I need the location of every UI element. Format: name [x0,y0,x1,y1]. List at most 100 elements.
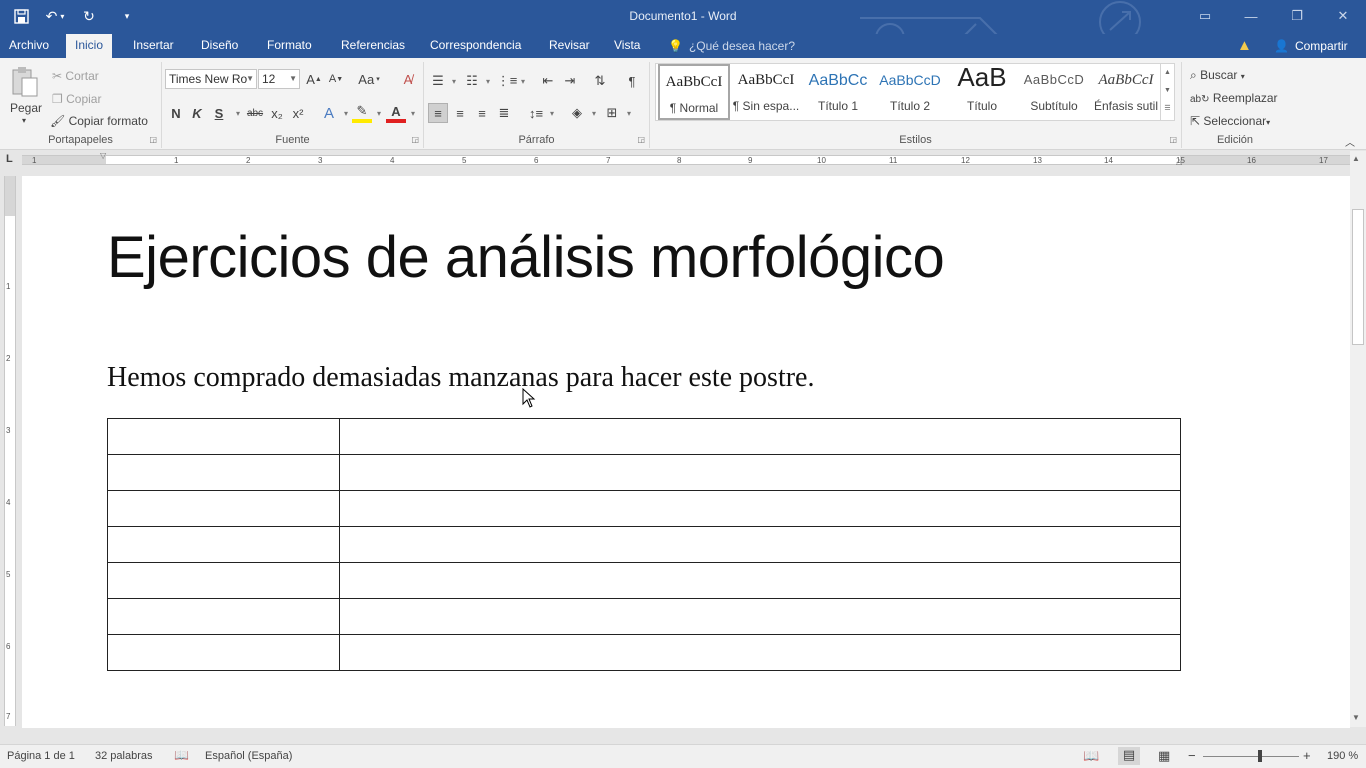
table-cell[interactable] [107,634,340,671]
pilcrow-icon[interactable]: ¶ [622,71,642,91]
zoom-in-icon[interactable]: + [1303,748,1311,763]
copy-button[interactable]: ❐ Copiar [52,92,101,106]
gallery-more-icon[interactable]: ☰ [1161,100,1174,118]
zoom-out-icon[interactable]: − [1188,748,1196,763]
table-cell[interactable] [339,418,1181,455]
table-row[interactable] [107,634,1181,671]
sort-icon[interactable]: ⇅ [590,71,610,91]
vertical-scrollbar[interactable]: ▲ ▼ [1350,151,1366,727]
superscript-button[interactable]: x² [288,103,308,123]
style-no-spacing[interactable]: AaBbCcI ¶ Sin espa... [730,64,802,120]
increase-indent-icon[interactable]: ⇥ [560,71,580,91]
scroll-thumb[interactable] [1352,209,1364,345]
dialog-launcher-icon[interactable]: ◲ [411,135,419,144]
page-count[interactable]: Página 1 de 1 [7,750,75,762]
share-button[interactable]: 👤 Compartir [1268,34,1348,58]
gallery-up-icon[interactable]: ▲ [1161,64,1174,82]
gallery-scroll[interactable]: ▲ ▼ ☰ [1160,64,1174,120]
table-cell[interactable] [339,490,1181,527]
table-cell[interactable] [107,562,340,599]
subscript-button[interactable]: x₂ [267,103,287,123]
shading-dropdown-icon[interactable]: ▾ [584,103,604,123]
font-name-combo[interactable]: Times New Ro ▼ [165,69,257,89]
find-button[interactable]: ⌕ Buscar ▾ [1190,68,1245,83]
table-cell[interactable] [339,562,1181,599]
table-row[interactable] [107,490,1181,527]
table-cell[interactable] [339,634,1181,671]
tab-diseno[interactable]: Diseño [192,34,247,58]
minimize-button[interactable]: — [1228,0,1274,32]
language-status[interactable]: Español (España) [205,750,292,762]
style-title[interactable]: AaB Título [946,62,1018,120]
document-page[interactable]: Ejercicios de análisis morfológico Hemos… [22,176,1350,728]
scroll-down-icon[interactable]: ▼ [1352,713,1360,722]
align-center-icon[interactable]: ≡ [450,103,470,123]
zoom-slider-knob[interactable] [1258,750,1262,762]
tab-archivo[interactable]: Archivo [0,34,58,58]
table-cell[interactable] [339,454,1181,491]
table-cell[interactable] [107,490,340,527]
font-size-combo[interactable]: 12 ▼ [258,69,300,89]
table-row[interactable] [107,562,1181,599]
tell-me-search[interactable]: 💡 ¿Qué desea hacer? [668,34,795,58]
warning-icon[interactable]: ▲ [1237,37,1252,54]
scroll-up-icon[interactable]: ▲ [1352,154,1360,163]
select-button[interactable]: ⇱ Seleccionar▾ [1190,114,1270,128]
line-spacing-dropdown-icon[interactable]: ▾ [542,103,562,123]
dialog-launcher-icon[interactable]: ◲ [637,135,645,144]
tab-selector-icon[interactable]: L [6,153,13,165]
table-row[interactable] [107,454,1181,491]
print-layout-icon[interactable]: ▤ [1118,747,1140,765]
gallery-down-icon[interactable]: ▼ [1161,82,1174,100]
table-row[interactable] [107,526,1181,563]
zoom-slider-track[interactable] [1203,756,1299,757]
close-button[interactable]: ✕ [1320,0,1366,32]
table-cell[interactable] [339,598,1181,635]
tab-revisar[interactable]: Revisar [540,34,599,58]
document-sentence[interactable]: Hemos comprado demasiadas manzanas para … [107,362,814,394]
style-normal[interactable]: AaBbCcI ¶ Normal [658,64,730,120]
zoom-level[interactable]: 190 % [1327,750,1358,762]
justify-icon[interactable]: ≣ [494,103,514,123]
replace-button[interactable]: ab↻ Reemplazar [1190,91,1278,105]
style-heading-2[interactable]: AaBbCcD Título 2 [874,64,946,120]
underline-button[interactable]: S [209,103,229,123]
ribbon-display-icon[interactable]: ▭ [1182,0,1228,32]
format-painter-button[interactable]: 🖌 Copiar formato [50,114,148,128]
align-right-icon[interactable]: ≡ [472,103,492,123]
cut-button[interactable]: ✂ Cortar [52,69,99,83]
indent-marker-icon[interactable]: ▽ [100,151,106,160]
proofing-icon[interactable]: 📖 [174,748,189,762]
bold-button[interactable]: N [166,103,186,123]
numbering-dropdown-icon[interactable]: ▾ [478,71,498,91]
restore-button[interactable]: ❐ [1274,0,1320,32]
dialog-launcher-icon[interactable]: ◲ [149,135,157,144]
italic-button[interactable]: K [187,103,207,123]
multilevel-dropdown-icon[interactable]: ▾ [513,71,533,91]
align-left-icon[interactable]: ≡ [428,103,448,123]
collapse-ribbon-icon[interactable]: ︿ [1345,134,1355,149]
table-cell[interactable] [107,526,340,563]
table-cell[interactable] [339,526,1181,563]
right-indent-marker-icon[interactable]: △ [1176,157,1182,166]
style-subtitle[interactable]: AaBbCcD Subtítulo [1018,64,1090,120]
strikethrough-button[interactable]: abc [243,103,267,123]
decrease-indent-icon[interactable]: ⇤ [538,71,558,91]
read-mode-icon[interactable]: 📖 [1083,748,1099,764]
tab-inicio[interactable]: Inicio [66,34,113,58]
tab-insertar[interactable]: Insertar [124,34,183,58]
style-heading-1[interactable]: AaBbCc Título 1 [802,64,874,120]
document-table[interactable] [107,418,1181,671]
bullets-dropdown-icon[interactable]: ▾ [444,71,464,91]
font-color-dropdown-icon[interactable]: ▾ [403,103,423,123]
shrink-font-icon[interactable]: A ▼ [326,69,346,89]
style-subtle-emphasis[interactable]: AaBbCcI Énfasis sutil [1090,64,1162,120]
change-case-button[interactable]: Aa ▾ [354,69,384,89]
dialog-launcher-icon[interactable]: ◲ [1169,135,1177,144]
document-title[interactable]: Ejercicios de análisis morfológico [107,224,945,291]
table-cell[interactable] [107,454,340,491]
tab-correspondencia[interactable]: Correspondencia [421,34,530,58]
borders-dropdown-icon[interactable]: ▾ [619,103,639,123]
grow-font-icon[interactable]: A ▲ [304,69,324,89]
web-layout-icon[interactable]: ▦ [1158,748,1170,764]
